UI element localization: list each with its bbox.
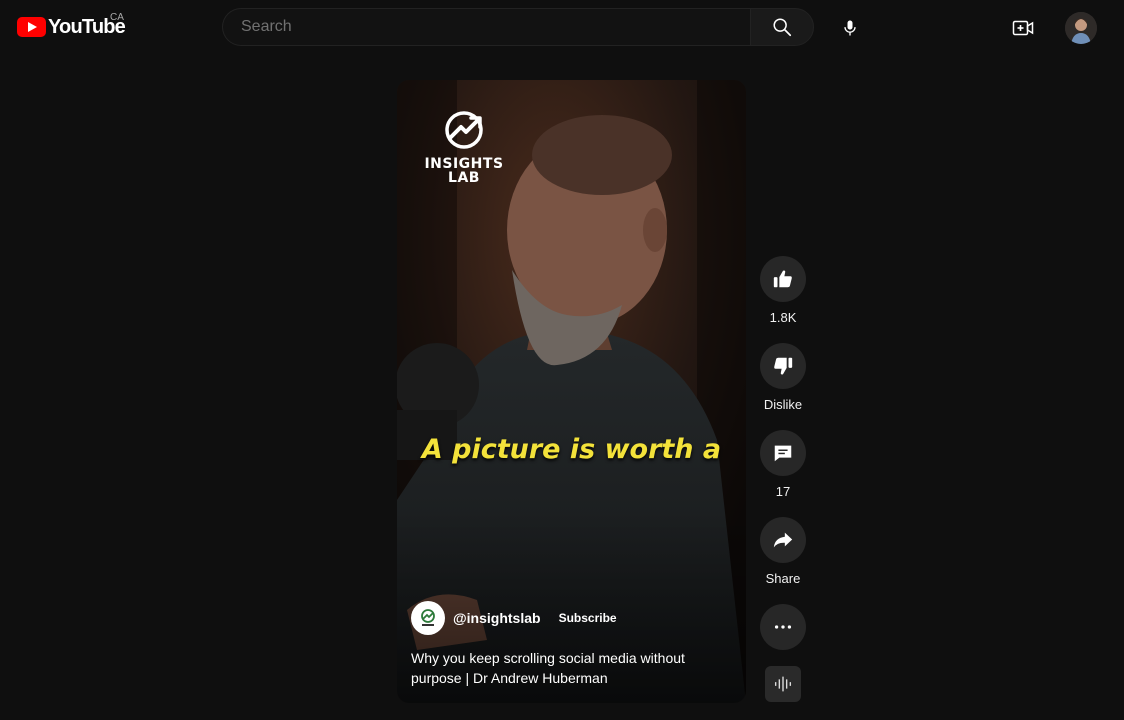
watermark-line1: INSIGHTS	[424, 156, 504, 172]
share-button[interactable]	[760, 517, 806, 563]
sound-thumbnail-button[interactable]	[765, 666, 801, 702]
share-action: Share	[760, 517, 806, 586]
video-caption: A picture is worth a	[421, 434, 722, 465]
channel-avatar[interactable]	[411, 601, 445, 635]
more-options-button[interactable]	[760, 604, 806, 650]
youtube-logo[interactable]: YouTube	[17, 16, 126, 38]
youtube-play-logo-icon	[17, 17, 46, 37]
audio-wave-icon	[774, 676, 792, 692]
youtube-shorts-page: YouTube CA Search INSIGHTS LAB A picture…	[0, 0, 1124, 720]
dislike-action: Dislike	[760, 343, 806, 412]
comments-button[interactable]	[760, 430, 806, 476]
channel-row: @insightslab Subscribe	[411, 600, 731, 636]
comment-icon	[774, 445, 792, 462]
search-button[interactable]	[750, 8, 814, 46]
watermark-line2: LAB	[448, 170, 480, 186]
voice-search-button[interactable]	[830, 8, 870, 48]
like-count: 1.8K	[769, 310, 797, 325]
video-info: @insightslab Subscribe Why you keep scro…	[411, 600, 731, 688]
video-title[interactable]: Why you keep scrolling social media with…	[411, 648, 711, 688]
thumbs-up-icon	[773, 270, 792, 288]
share-label: Share	[765, 571, 801, 586]
more-action	[760, 604, 806, 650]
dislike-button[interactable]	[760, 343, 806, 389]
search-icon	[773, 18, 792, 37]
country-code: CA	[110, 12, 124, 23]
comment-count: 17	[775, 484, 791, 499]
insights-lab-watermark: INSIGHTS LAB	[417, 108, 511, 185]
comment-action: 17	[760, 430, 806, 499]
mic-icon	[844, 20, 856, 36]
thumbs-down-icon	[774, 357, 793, 375]
share-icon	[773, 532, 793, 548]
video-plus-icon	[1012, 20, 1034, 36]
masthead: YouTube CA	[0, 0, 1124, 56]
like-action: 1.8K	[760, 256, 806, 325]
channel-handle[interactable]: @insightslab	[453, 610, 541, 626]
channel-logo-icon	[421, 609, 435, 626]
like-button[interactable]	[760, 256, 806, 302]
search-input[interactable]	[239, 17, 723, 37]
shorts-video-player[interactable]: INSIGHTS LAB A picture is worth a @insig…	[397, 80, 746, 703]
account-avatar[interactable]	[1065, 12, 1097, 44]
more-horizontal-icon	[774, 625, 792, 629]
search-box[interactable]	[222, 8, 750, 46]
subscribe-button[interactable]: Subscribe	[553, 606, 623, 630]
insights-lab-logo-icon	[445, 111, 483, 149]
search-bar	[222, 8, 814, 46]
create-button[interactable]	[1003, 8, 1043, 48]
avatar-image	[1065, 12, 1097, 44]
dislike-label: Dislike	[763, 397, 803, 412]
